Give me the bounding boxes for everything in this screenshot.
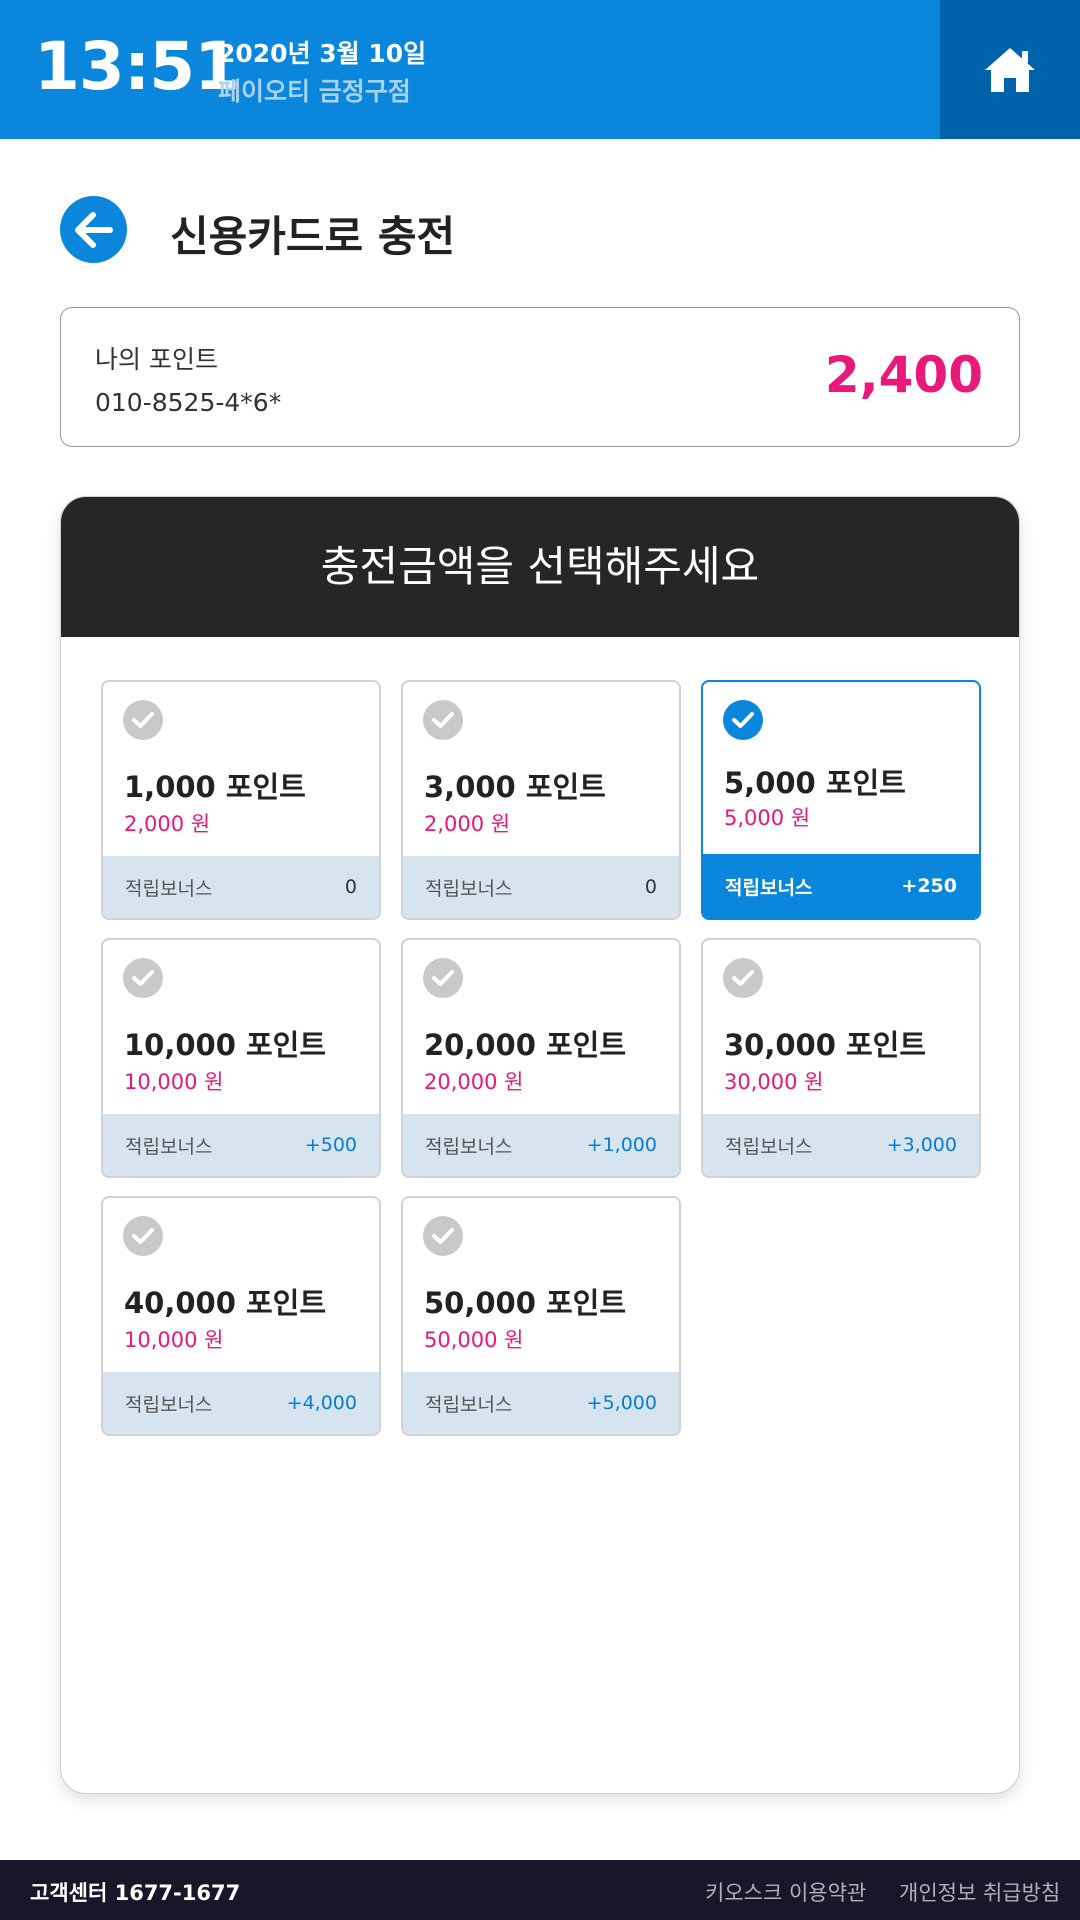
arrow-left-icon: [74, 211, 113, 248]
check-circle-icon: [423, 1216, 463, 1256]
bonus-label: 적립보너스: [125, 1135, 213, 1158]
amount-card[interactable]: 5,000 포인트 5,000 원적립보너스 +250: [701, 680, 981, 920]
bonus-label: 적립보너스: [425, 1393, 513, 1416]
card-price: 30,000 원: [724, 1070, 824, 1094]
phone-number: 010-8525-4*6*: [95, 388, 282, 417]
panel-heading: 충전금액을 선택해주세요: [61, 497, 1019, 637]
card-price: 10,000 원: [124, 1070, 224, 1094]
check-circle-icon: [423, 958, 463, 998]
bonus-value: +5,000: [586, 1392, 657, 1414]
card-points-title: 30,000 포인트: [724, 1028, 927, 1062]
customer-center: 고객센터 1677-1677: [30, 1881, 241, 1905]
back-button[interactable]: [60, 196, 127, 263]
amount-card[interactable]: 1,000 포인트 2,000 원적립보너스 0: [101, 680, 381, 920]
amount-selection-panel: 충전금액을 선택해주세요 1,000 포인트 2,000 원 적립보너스 0 3,000…: [60, 496, 1020, 1794]
card-bonus-row: 적립보너스 +5,000: [403, 1372, 679, 1434]
bonus-label: 적립보너스: [425, 1135, 513, 1158]
amount-card[interactable]: 40,000 포인트 10,000 원적립보너스 +4,000: [101, 1196, 381, 1436]
bonus-label: 적립보너스: [125, 1393, 213, 1416]
card-bonus-row: 적립보너스 +3,000: [703, 1114, 979, 1176]
card-bonus-row: 적립보너스 +250: [703, 854, 979, 918]
date-label: 2020년 3월 10일: [218, 39, 427, 68]
bonus-value: +4,000: [286, 1392, 357, 1414]
bonus-value: +1,000: [586, 1134, 657, 1156]
amount-card[interactable]: 50,000 포인트 50,000 원적립보너스 +5,000: [401, 1196, 681, 1436]
bonus-value: +3,000: [886, 1134, 957, 1156]
card-price: 20,000 원: [424, 1070, 524, 1094]
home-icon: [985, 47, 1035, 92]
clock: 13:51: [34, 28, 240, 105]
card-points-title: 10,000 포인트: [124, 1028, 327, 1062]
points-label: 나의 포인트: [95, 345, 218, 374]
bonus-value: 0: [344, 876, 357, 898]
bonus-value: 0: [644, 876, 657, 898]
privacy-link[interactable]: 개인정보 취급방침: [899, 1877, 1060, 1907]
card-bonus-row: 적립보너스 +500: [103, 1114, 379, 1176]
home-button[interactable]: [940, 0, 1080, 139]
bonus-label: 적립보너스: [425, 877, 513, 900]
check-circle-icon: [123, 700, 163, 740]
top-bar: 13:51 2020년 3월 10일 페이오티 금정구점: [0, 0, 1080, 139]
store-name: 페이오티 금정구점: [218, 77, 411, 106]
bonus-label: 적립보너스: [125, 877, 213, 900]
card-points-title: 50,000 포인트: [424, 1286, 627, 1320]
page-title: 신용카드로 충전: [170, 212, 456, 261]
check-circle-icon: [423, 700, 463, 740]
card-bonus-row: 적립보너스 0: [403, 856, 679, 918]
check-circle-icon: [723, 958, 763, 998]
card-bonus-row: 적립보너스 0: [103, 856, 379, 918]
footer: 고객센터 1677-1677 키오스크 이용약관 개인정보 취급방침: [0, 1860, 1080, 1920]
my-points-box: 나의 포인트 010-8525-4*6* 2,400: [60, 307, 1020, 447]
check-circle-icon: [723, 700, 763, 740]
card-points-title: 40,000 포인트: [124, 1286, 327, 1320]
card-bonus-row: 적립보너스 +4,000: [103, 1372, 379, 1434]
bonus-value: +250: [901, 875, 957, 897]
bonus-label: 적립보너스: [725, 876, 813, 899]
card-bonus-row: 적립보너스 +1,000: [403, 1114, 679, 1176]
card-price: 2,000 원: [124, 812, 211, 836]
card-points-title: 5,000 포인트: [724, 766, 906, 800]
card-points-title: 20,000 포인트: [424, 1028, 627, 1062]
amount-card[interactable]: 3,000 포인트 2,000 원적립보너스 0: [401, 680, 681, 920]
card-points-title: 3,000 포인트: [424, 770, 606, 804]
amount-card[interactable]: 20,000 포인트 20,000 원적립보너스 +1,000: [401, 938, 681, 1178]
card-points-title: 1,000 포인트: [124, 770, 306, 804]
card-price: 10,000 원: [124, 1328, 224, 1352]
card-price: 5,000 원: [724, 806, 811, 830]
check-circle-icon: [123, 958, 163, 998]
check-circle-icon: [123, 1216, 163, 1256]
points-value: 2,400: [824, 346, 983, 404]
bonus-label: 적립보너스: [725, 1135, 813, 1158]
card-price: 50,000 원: [424, 1328, 524, 1352]
amount-card[interactable]: 30,000 포인트 30,000 원적립보너스 +3,000: [701, 938, 981, 1178]
amount-card[interactable]: 10,000 포인트 10,000 원적립보너스 +500: [101, 938, 381, 1178]
bonus-value: +500: [304, 1134, 357, 1156]
terms-link[interactable]: 키오스크 이용약관: [705, 1877, 866, 1907]
card-price: 2,000 원: [424, 812, 511, 836]
